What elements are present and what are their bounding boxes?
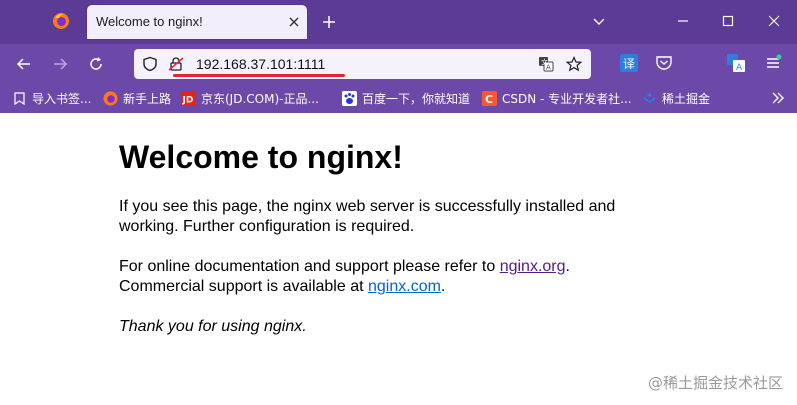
reload-icon[interactable]: [88, 56, 104, 72]
nginx-org-link[interactable]: nginx.org: [500, 258, 566, 275]
bookmark-label: CSDN - 专业开发者社...: [502, 91, 632, 106]
chevron-double-right-icon[interactable]: [771, 91, 785, 105]
svg-text:A: A: [546, 64, 551, 72]
bookmarks-toolbar: 导入书签... 新手上路 JD 京东(JD.COM)-正品... 百度一下，你就…: [0, 84, 797, 113]
firefox-icon: [103, 91, 118, 105]
page-title: Welcome to nginx!: [119, 139, 403, 175]
forward-arrow-icon[interactable]: [52, 56, 68, 72]
svg-text:JD: JD: [182, 95, 194, 105]
nginx-com-link[interactable]: nginx.com: [368, 278, 441, 295]
bookmark-jd[interactable]: JD 京东(JD.COM)-正品...: [181, 89, 319, 107]
support-text: For online documentation and support ple…: [119, 258, 500, 275]
svg-text:A: A: [736, 63, 743, 72]
translate-extension-2-icon[interactable]: A: [727, 54, 745, 72]
intro-paragraph: If you see this page, the nginx web serv…: [119, 198, 616, 235]
pocket-icon[interactable]: [655, 54, 673, 72]
watermark: @稀土掘金技术社区: [647, 374, 783, 392]
baidu-paw-icon: [342, 90, 357, 106]
bookmark-getting-started[interactable]: 新手上路: [103, 89, 171, 107]
bookmark-label: 导入书签...: [32, 91, 92, 106]
svg-text:译: 译: [623, 57, 635, 71]
bookmark-label: 京东(JD.COM)-正品...: [201, 91, 319, 106]
support-paragraph: For online documentation and support ple…: [119, 257, 679, 297]
menu-icon[interactable]: [764, 54, 782, 72]
tab-title: Welcome to nginx!: [96, 14, 203, 29]
minimize-icon[interactable]: [676, 14, 690, 28]
bookmark-csdn[interactable]: C CSDN - 专业开发者社...: [482, 89, 632, 107]
bookmark-star-icon[interactable]: [566, 56, 582, 72]
chevron-down-icon[interactable]: [592, 14, 606, 28]
address-bar[interactable]: 192.168.37.101:1111 文 A: [134, 49, 591, 79]
bookmark-label: 新手上路: [123, 91, 172, 106]
tab-welcome-nginx[interactable]: Welcome to nginx!: [87, 5, 307, 39]
insecure-lock-icon[interactable]: [168, 56, 184, 72]
maximize-icon[interactable]: [721, 14, 735, 28]
juejin-icon: [643, 92, 656, 103]
close-window-icon[interactable]: [767, 14, 781, 28]
jd-icon: JD: [181, 90, 196, 106]
support-period: .: [565, 258, 570, 275]
navigation-toolbar: 192.168.37.101:1111 文 A 译 A: [0, 44, 797, 84]
commercial-text: Commercial support is available at: [119, 278, 368, 295]
thanks-paragraph: Thank you for using nginx.: [119, 317, 679, 337]
commercial-period: .: [440, 278, 446, 295]
csdn-icon: C: [482, 90, 497, 106]
thanks-text: Thank you for using nginx.: [119, 318, 307, 335]
title-bar: Welcome to nginx!: [0, 0, 797, 44]
translate-icon[interactable]: 文 A: [538, 56, 554, 72]
bookmark-import[interactable]: 导入书签...: [12, 89, 91, 107]
bookmark-baidu[interactable]: 百度一下，你就知道: [342, 89, 470, 107]
firefox-icon[interactable]: [52, 12, 70, 30]
import-bookmarks-icon: [14, 91, 25, 105]
close-tab-icon[interactable]: [287, 15, 301, 29]
shield-icon[interactable]: [142, 56, 158, 72]
bookmark-label: 百度一下，你就知道: [362, 91, 471, 106]
bookmark-juejin[interactable]: 稀土掘金: [642, 89, 710, 107]
url-annotation-underline: [173, 74, 345, 77]
bookmark-label: 稀土掘金: [662, 91, 711, 106]
url-text[interactable]: 192.168.37.101:1111: [196, 56, 325, 72]
new-tab-icon[interactable]: [321, 14, 337, 30]
svg-text:C: C: [485, 93, 493, 106]
page-content: Welcome to nginx! If you see this page, …: [119, 113, 679, 337]
translate-extension-icon[interactable]: 译: [620, 54, 638, 72]
back-arrow-icon[interactable]: [16, 56, 32, 72]
